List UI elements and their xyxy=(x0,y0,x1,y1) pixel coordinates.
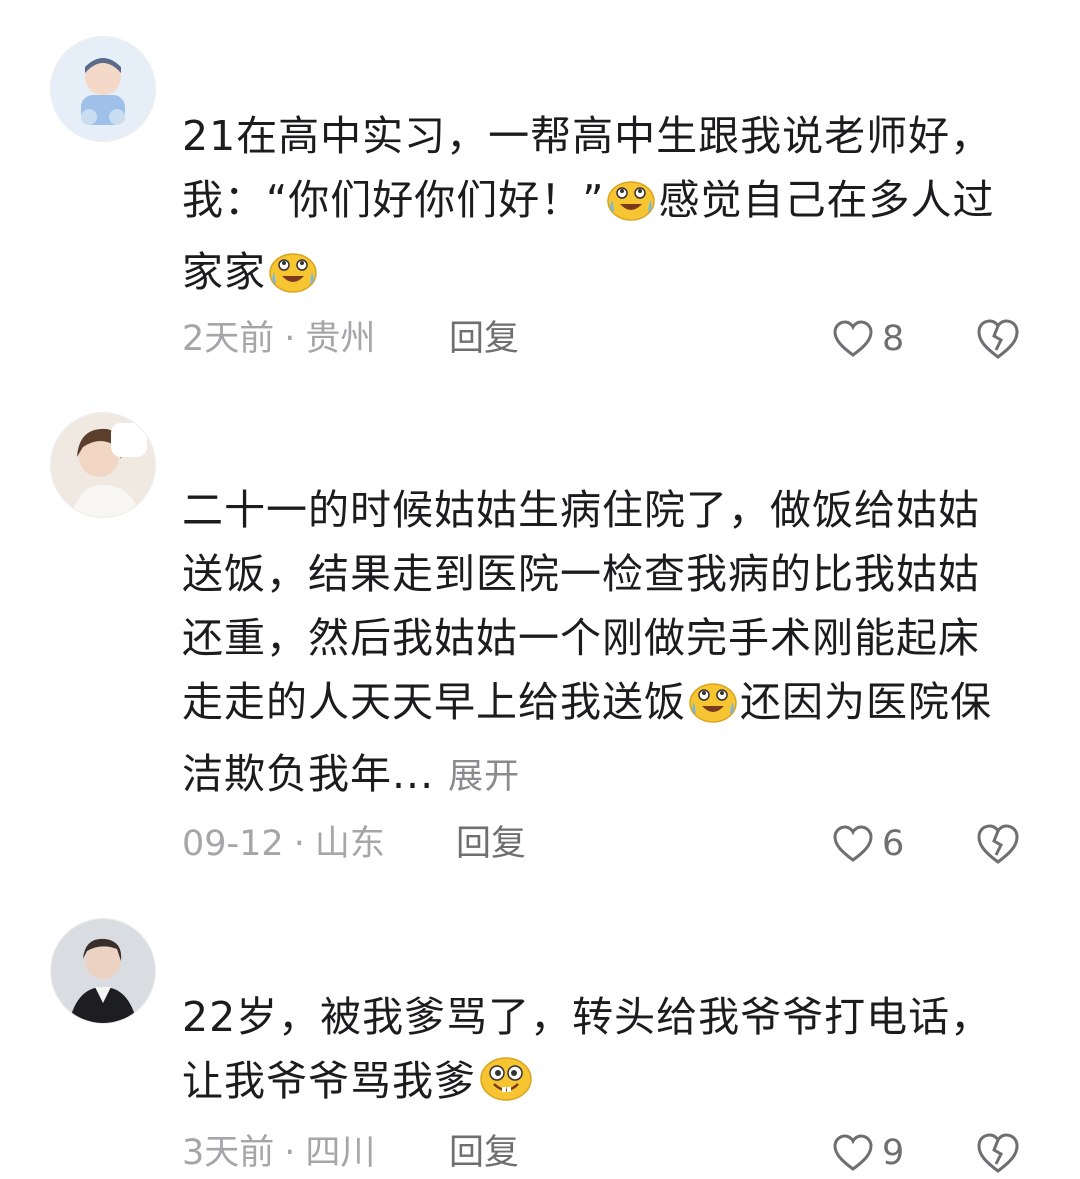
broken-heart-icon[interactable] xyxy=(975,1130,1021,1176)
avatar[interactable] xyxy=(50,918,156,1024)
comment-time: 09-12 xyxy=(182,824,284,864)
heart-outline-icon xyxy=(833,1134,873,1171)
like-button[interactable]: 9 xyxy=(832,1128,904,1178)
broken-heart-icon[interactable] xyxy=(975,316,1021,362)
comment-meta: 2天前 · 贵州 xyxy=(182,314,375,364)
meta-separator: · xyxy=(284,319,296,359)
reply-button[interactable]: 回复 xyxy=(449,1128,519,1178)
comment-location: 山东 xyxy=(314,824,385,864)
reply-button[interactable]: 回复 xyxy=(449,314,519,364)
meta-separator: · xyxy=(284,1133,296,1173)
comment-text: 22岁，被我爹骂了，转头给我爷爷打电话，让我爷爷骂我爹 xyxy=(182,985,1012,1121)
avatar[interactable] xyxy=(50,36,156,142)
like-count: 9 xyxy=(882,1133,905,1173)
cry-laugh-emoji xyxy=(268,248,318,312)
expand-link[interactable]: 展开 xyxy=(448,757,520,797)
heart-outline-icon xyxy=(833,320,873,357)
comment-meta: 3天前 · 四川 xyxy=(182,1128,375,1178)
comment-meta: 09-12 · 山东 xyxy=(182,819,385,869)
reply-button[interactable]: 回复 xyxy=(456,819,526,869)
grin-emoji xyxy=(478,1053,534,1121)
cry-laugh-emoji xyxy=(606,176,656,240)
heart-outline-icon xyxy=(833,825,873,862)
meta-separator: · xyxy=(293,824,305,864)
cry-laugh-emoji xyxy=(688,678,738,742)
comment-time: 2天前 xyxy=(182,319,275,359)
comment-location: 四川 xyxy=(305,1133,376,1173)
broken-heart-icon[interactable] xyxy=(975,821,1021,867)
comment-time: 3天前 xyxy=(182,1133,275,1173)
like-button[interactable]: 6 xyxy=(832,819,904,869)
like-count: 6 xyxy=(882,824,905,864)
like-button[interactable]: 8 xyxy=(832,314,904,364)
like-count: 8 xyxy=(882,319,905,359)
comment-text: 21在高中实习，一帮高中生跟我说老师好，我：“你们好你们好！” 感觉自己在多人过家… xyxy=(182,104,1012,312)
comment-text-part: 22岁，被我爹骂了，转头给我爷爷打电话，让我爷爷骂我爹 xyxy=(182,993,993,1105)
avatar[interactable] xyxy=(50,412,156,518)
comment-text: 二十一的时候姑姑生病住院了，做饭给姑姑送饭，结果走到医院一检查我病的比我姑姑还重… xyxy=(182,478,1012,809)
comment-location: 贵州 xyxy=(305,319,376,359)
